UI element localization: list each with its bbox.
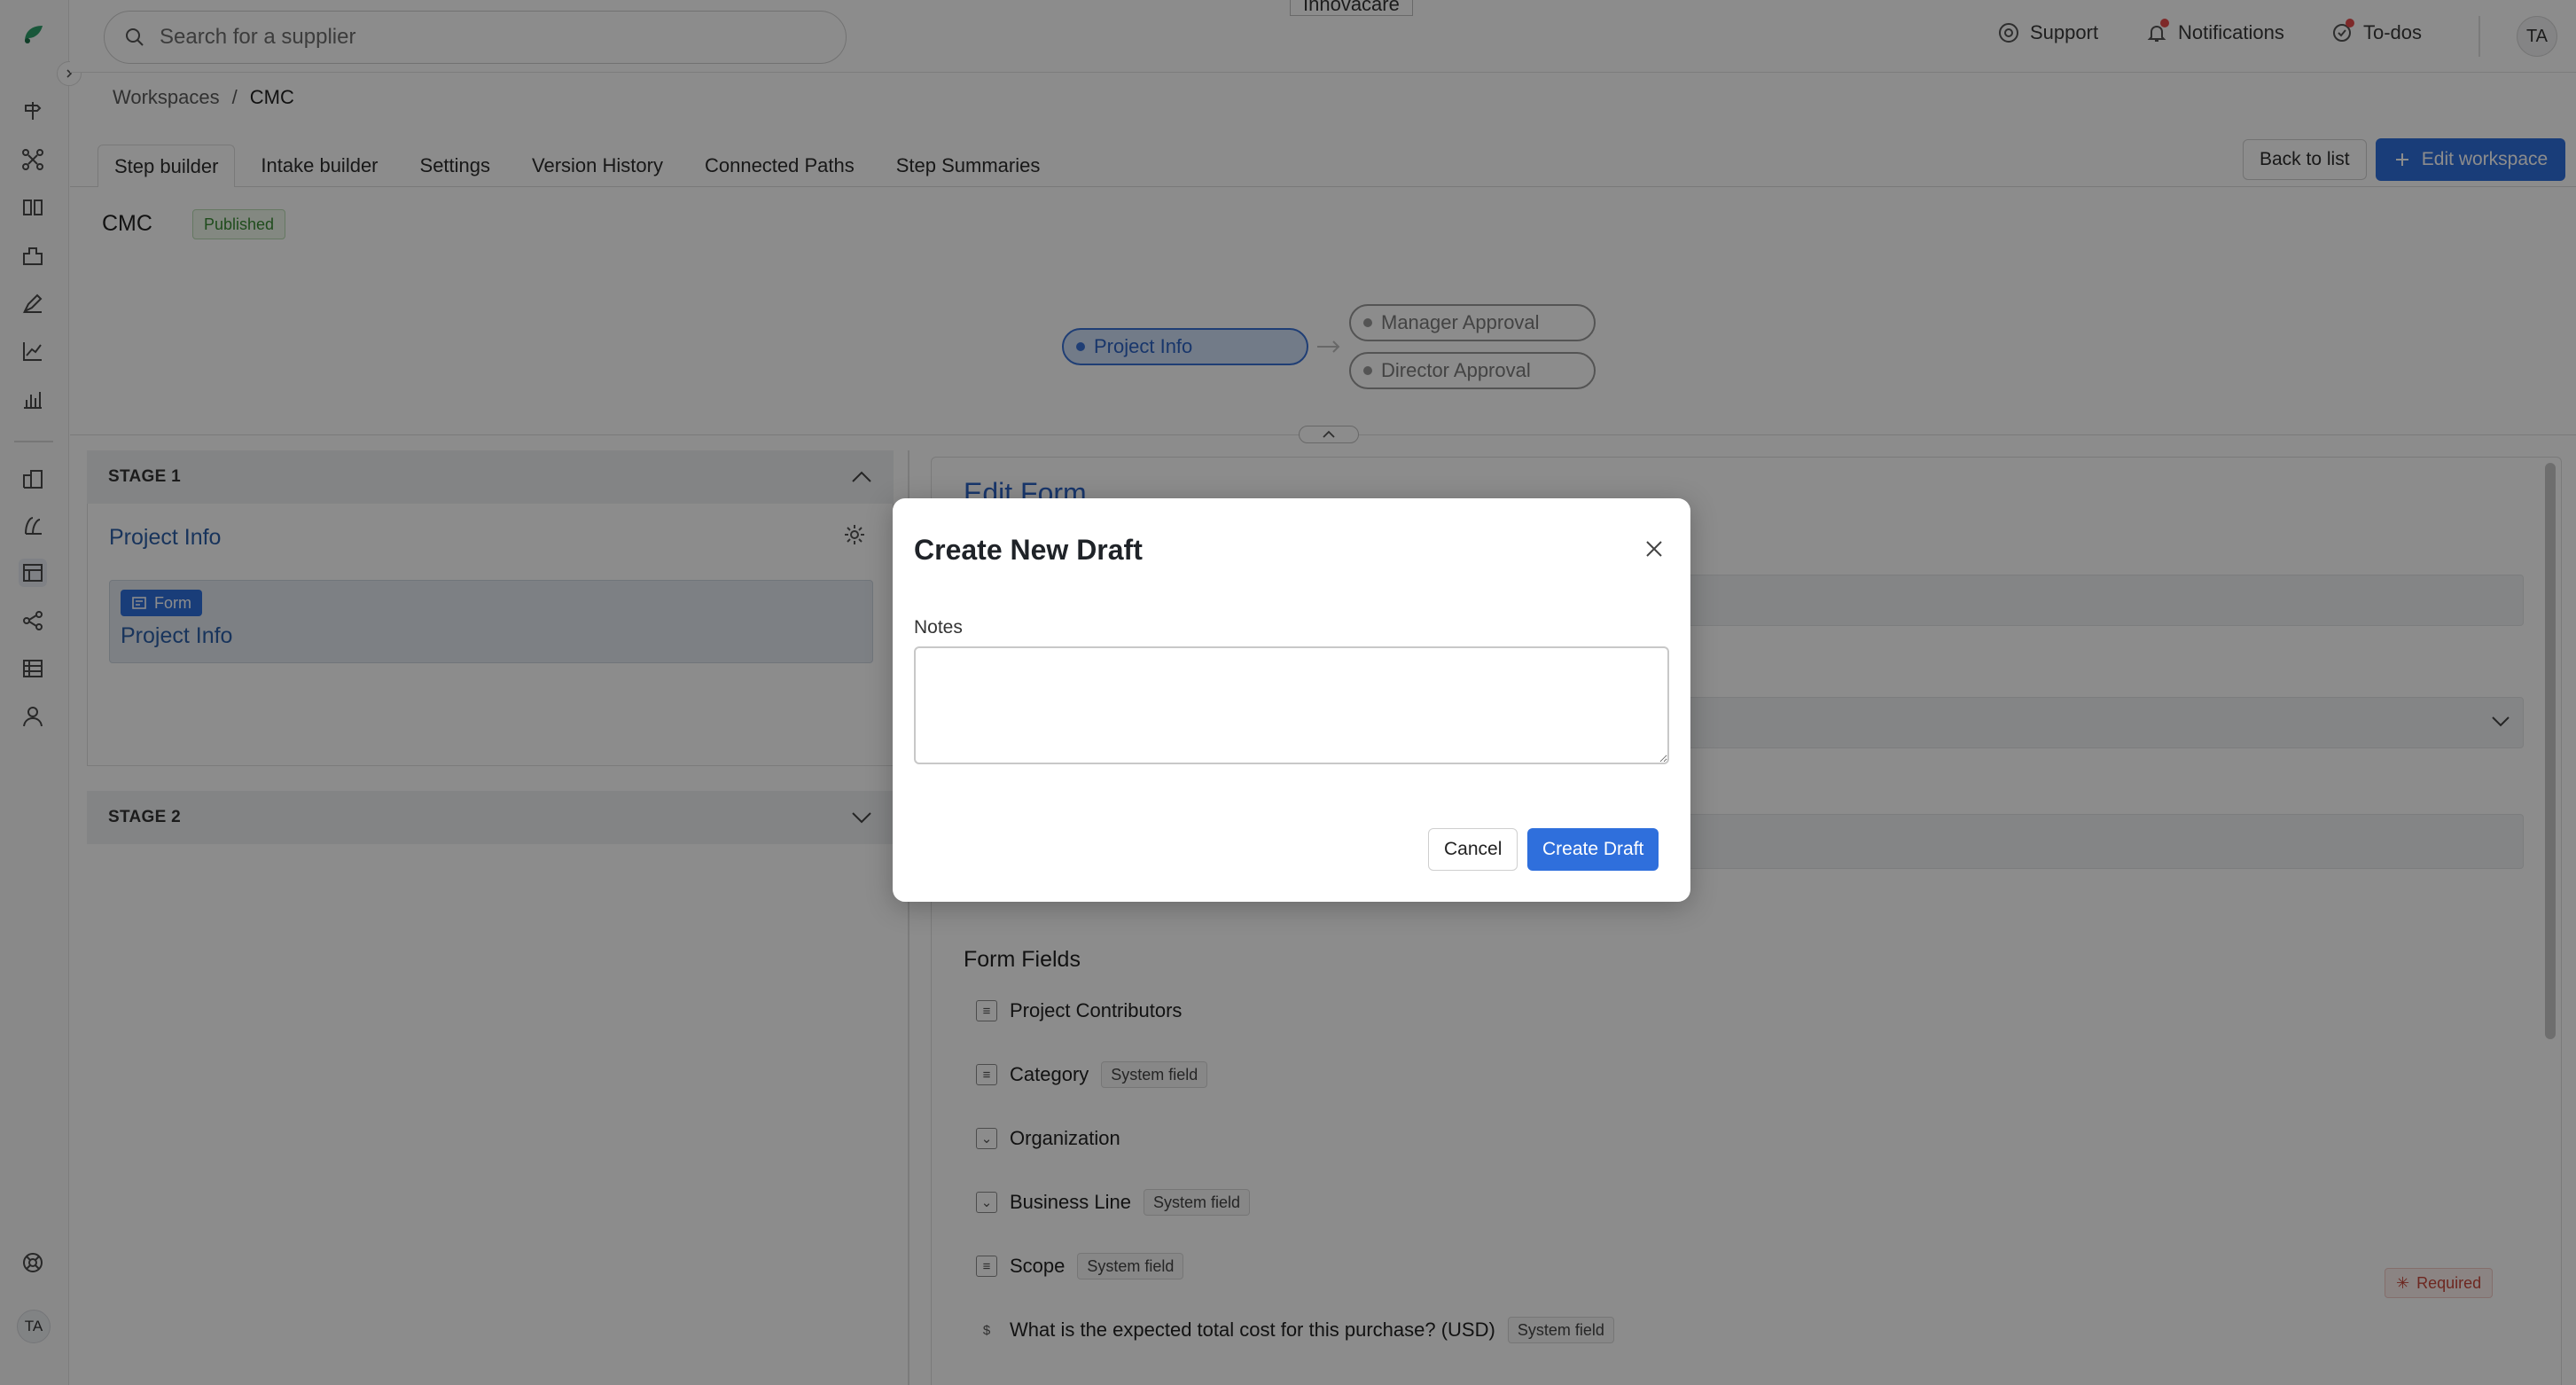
modal-title: Create New Draft (914, 534, 1143, 566)
create-draft-modal: Create New Draft Notes Cancel Create Dra… (893, 498, 1690, 902)
cancel-button[interactable]: Cancel (1428, 828, 1518, 871)
notes-label: Notes (914, 617, 963, 638)
create-draft-button[interactable]: Create Draft (1527, 828, 1659, 871)
notes-textarea[interactable] (914, 646, 1669, 764)
close-icon[interactable] (1644, 539, 1664, 559)
